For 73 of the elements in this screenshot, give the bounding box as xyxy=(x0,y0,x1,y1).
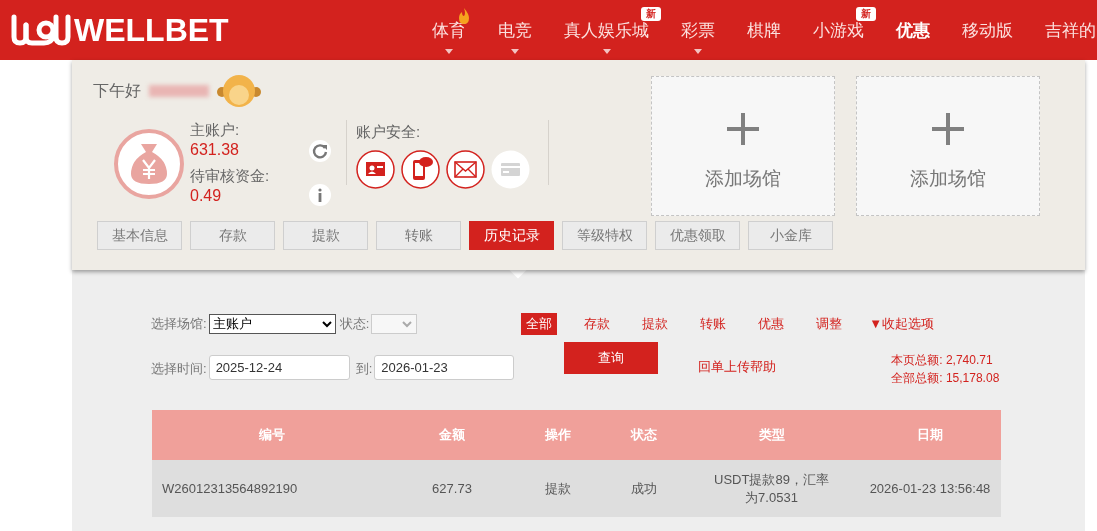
tab[interactable]: 转账 xyxy=(376,221,461,250)
caret-icon xyxy=(511,49,519,54)
field-label: 到: xyxy=(355,360,373,378)
nav-link[interactable]: 棋牌 xyxy=(747,0,781,60)
nav-link[interactable]: 彩票 xyxy=(681,0,715,60)
caret-icon xyxy=(602,49,611,54)
nav-link[interactable]: 优惠 xyxy=(896,0,930,60)
refresh-icon[interactable] xyxy=(309,140,331,162)
brand-name: WELLBET xyxy=(74,14,229,46)
nav-link[interactable]: 吉祥的 xyxy=(1045,0,1096,60)
tab[interactable]: 历史记录 xyxy=(469,221,554,250)
table-cell: 627.73 xyxy=(432,479,472,498)
filter-link[interactable]: 提款 xyxy=(637,313,674,335)
tab[interactable]: 优惠领取 xyxy=(655,221,740,250)
table-cell: 成功 xyxy=(631,479,657,498)
filter-link[interactable]: 转账 xyxy=(695,313,732,335)
plus-icon xyxy=(932,113,964,145)
query-button[interactable]: 查询 xyxy=(564,342,659,374)
field-label: 状态: xyxy=(339,315,370,334)
add-venue-card[interactable]: 添加场馆 xyxy=(651,76,835,216)
total-amount: 本页总额: 2,740.71 xyxy=(891,352,994,369)
date-field[interactable]: 2025-12-24 xyxy=(208,355,350,380)
tab[interactable]: 基本信息 xyxy=(97,221,182,250)
column-header: 操作 xyxy=(544,426,572,445)
new-badge: 新 xyxy=(641,7,661,21)
table-cell: W26012313564892190 xyxy=(162,479,298,498)
plus-icon xyxy=(727,113,759,145)
tab[interactable]: 等级特权 xyxy=(562,221,647,250)
field-label: 选择时间: xyxy=(151,360,207,378)
filter-link[interactable]: 全部 xyxy=(521,313,558,335)
balance-label: 待审核资金: xyxy=(190,166,271,186)
monkey-avatar-icon xyxy=(217,74,261,108)
column-header: 日期 xyxy=(916,426,944,445)
filter-link[interactable]: 存款 xyxy=(579,313,616,335)
help-link[interactable]: 回单上传帮助 xyxy=(698,357,777,377)
total-amount: 全部总额: 15,178.08 xyxy=(891,370,1000,387)
logo-icon xyxy=(10,13,72,47)
nav-link[interactable]: 电竞 xyxy=(498,0,532,60)
field-label: 选择场馆: xyxy=(151,315,207,334)
column-header: 类型 xyxy=(757,426,786,445)
table-cell: 2026-01-23 13:56:48 xyxy=(869,479,991,498)
tab[interactable]: 存款 xyxy=(190,221,275,250)
phone-sms-icon[interactable] xyxy=(401,150,440,189)
money-bag-icon xyxy=(113,128,185,200)
security-label: 账户安全: xyxy=(356,122,422,142)
id-card-icon[interactable] xyxy=(356,150,395,189)
venue-select[interactable]: 主账户 xyxy=(208,314,336,334)
add-venue-card[interactable]: 添加场馆 xyxy=(856,76,1040,216)
column-header: 编号 xyxy=(258,426,286,445)
nav-link[interactable]: 体育 xyxy=(432,0,466,60)
filter-link[interactable]: 调整 xyxy=(811,313,848,335)
column-header: 状态 xyxy=(629,426,658,445)
caret-icon xyxy=(694,49,702,54)
info-icon[interactable] xyxy=(309,184,331,206)
caret-icon xyxy=(445,49,453,54)
greeting-text: 下午好 xyxy=(93,81,141,101)
envelope-icon[interactable] xyxy=(446,150,485,189)
filter-link[interactable]: 优惠 xyxy=(753,313,790,335)
tab[interactable]: 提款 xyxy=(283,221,368,250)
balance-value: 631.38 xyxy=(190,140,240,160)
balance-value: 0.49 xyxy=(190,186,223,206)
new-badge: 新 xyxy=(856,7,876,21)
collapse-link[interactable]: ▼收起选项 xyxy=(869,314,935,334)
nav-link[interactable]: 移动版 xyxy=(962,0,1013,60)
balance-label: 主账户: xyxy=(190,120,241,140)
tab[interactable]: 小金库 xyxy=(748,221,833,250)
column-header: 金额 xyxy=(438,426,466,445)
table-cell-text: USDT提款89，汇率为7.0531 xyxy=(713,470,830,507)
chevron-icon xyxy=(402,320,413,328)
redacted-name xyxy=(149,85,209,97)
date-field[interactable]: 2026-01-23 xyxy=(374,355,515,380)
table-cell: 提款 xyxy=(545,479,571,498)
chevron-icon xyxy=(321,320,332,328)
